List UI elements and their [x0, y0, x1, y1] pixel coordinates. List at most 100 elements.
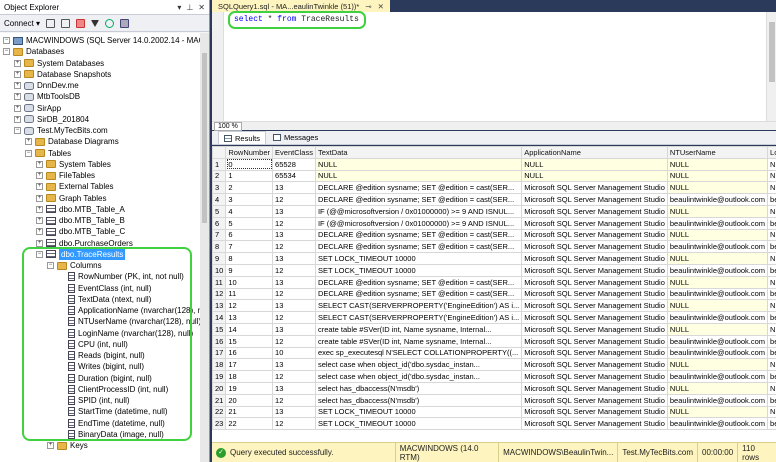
row-number-cell[interactable]: 21	[212, 393, 227, 407]
table-cell[interactable]: select has_dbaccess(N'msdb')	[314, 393, 523, 407]
tree-node[interactable]: − Test.MyTecBits.com	[14, 125, 108, 136]
table-cell[interactable]: be	[767, 393, 776, 407]
column-header[interactable]: EventClass	[272, 146, 316, 159]
table-row[interactable]: 2165534NULLNULLNULLNU	[212, 169, 776, 183]
table-cell[interactable]: Microsoft SQL Server Management Studio	[521, 346, 668, 360]
table-cell[interactable]: Microsoft SQL Server Management Studio	[521, 263, 668, 277]
editor-hscrollbar[interactable]: 100 %	[212, 121, 776, 131]
expander-icon[interactable]: +	[36, 194, 43, 202]
table-row[interactable]: 7 6 13 DECLARE @edition sysname; SET @editi…	[212, 228, 776, 242]
table-cell[interactable]: be	[767, 240, 776, 254]
table-cell[interactable]: beaulintwinkle@outlook.com	[666, 193, 769, 206]
table-cell[interactable]: 12	[272, 216, 316, 230]
tree-node[interactable]: ClientProcessID (int, null)	[58, 384, 168, 395]
table-cell[interactable]: be	[767, 193, 776, 206]
row-number-cell[interactable]: 19	[212, 370, 227, 383]
expander-icon[interactable]: +	[14, 70, 21, 78]
table-cell[interactable]: create table #SVer(ID int, Name sysname,…	[314, 322, 523, 336]
table-cell[interactable]: be	[767, 417, 776, 431]
column-header[interactable]: TextData	[314, 146, 523, 159]
table-cell[interactable]: DECLARE @edition sysname; SET @edition =…	[314, 287, 523, 301]
expander-icon[interactable]: +	[36, 172, 43, 180]
table-cell[interactable]: create table #SVer(ID int, Name sysname,…	[314, 334, 523, 348]
table-cell[interactable]: 65528	[272, 157, 316, 171]
row-number-cell[interactable]: 9	[212, 252, 227, 265]
table-row[interactable]: 18 17 13 select case when object_id('dbo.s…	[212, 358, 776, 372]
expander-icon[interactable]: +	[36, 217, 43, 225]
table-cell[interactable]: Microsoft SQL Server Management Studio	[521, 358, 668, 372]
table-cell[interactable]: DECLARE @edition sysname; SET @edition =…	[314, 240, 523, 254]
table-cell[interactable]: NU	[767, 405, 776, 419]
tree-node[interactable]: NTUserName (nvarchar(128), null)	[58, 316, 200, 327]
table-cell[interactable]: beaulintwinkle@outlook.com	[666, 240, 769, 254]
tab-messages[interactable]: Messages	[268, 131, 323, 144]
table-cell[interactable]: SELECT CAST(SERVERPROPERTY('EngineEditio…	[314, 311, 523, 324]
table-row[interactable]: 23 22 12 SET LOCK_TIMEOUT 10000 Microsoft SQ…	[212, 417, 776, 431]
tree-node[interactable]: + dbo.MTB_Table_A	[36, 204, 125, 215]
table-cell[interactable]: NU	[767, 169, 776, 183]
table-cell[interactable]: select has_dbaccess(N'msdb')	[314, 381, 523, 395]
connect-button[interactable]: Connect ▾	[4, 19, 40, 28]
table-cell[interactable]: NULL	[666, 252, 769, 265]
table-cell[interactable]: NULL	[666, 405, 769, 419]
expander-icon[interactable]: −	[3, 48, 10, 56]
tree-node[interactable]: + dbo.MTB_Table_B	[36, 215, 125, 226]
scrollbar-thumb[interactable]	[202, 53, 207, 223]
row-number-cell[interactable]: 22	[212, 405, 227, 419]
refresh-icon[interactable]	[105, 18, 115, 28]
table-row[interactable]: 22 21 13 SET LOCK_TIMEOUT 10000 Microsoft SQ…	[212, 405, 776, 419]
table-cell[interactable]: Microsoft SQL Server Management Studio	[521, 299, 668, 313]
table-cell[interactable]: 14	[225, 322, 274, 336]
table-row[interactable]: 11 10 13 DECLARE @edition sysname; SET @edi…	[212, 275, 776, 289]
table-cell[interactable]: NU	[767, 299, 776, 313]
table-row[interactable]: 6 5 12 IF (@@microsoftversion / 0x01000000)…	[212, 216, 776, 230]
table-cell[interactable]: NULL	[666, 275, 769, 289]
tree-node[interactable]: + MtbToolsDB	[14, 91, 80, 102]
table-cell[interactable]: 7	[225, 240, 274, 254]
table-cell[interactable]: SET LOCK_TIMEOUT 10000	[314, 263, 523, 277]
close-icon[interactable]: ✕	[198, 3, 205, 12]
table-cell[interactable]: 4	[225, 204, 274, 218]
table-cell[interactable]: 12	[272, 417, 316, 431]
row-number-cell[interactable]: 14	[212, 311, 227, 324]
table-cell[interactable]: NULL	[666, 228, 769, 242]
tree-node[interactable]: StartTime (datetime, null)	[58, 406, 168, 417]
table-cell[interactable]: 17	[225, 358, 274, 372]
connect-icon[interactable]	[46, 18, 56, 28]
table-cell[interactable]: Microsoft SQL Server Management Studio	[521, 252, 668, 265]
table-cell[interactable]: 13	[272, 358, 316, 372]
expander-icon[interactable]: +	[25, 138, 32, 146]
table-cell[interactable]: 0	[225, 157, 274, 171]
table-row[interactable]: 1065528NULLNULLNULLNU	[212, 157, 776, 171]
table-cell[interactable]: SET LOCK_TIMEOUT 10000	[314, 252, 523, 265]
table-cell[interactable]: 3	[225, 193, 274, 206]
table-cell[interactable]: 13	[225, 311, 274, 324]
table-cell[interactable]: beaulintwinkle@outlook.com	[666, 334, 769, 348]
table-cell[interactable]: beaulintwinkle@outlook.com	[666, 311, 769, 324]
table-cell[interactable]: DECLARE @edition sysname; SET @edition =…	[314, 181, 523, 195]
table-cell[interactable]: NU	[767, 181, 776, 195]
activity-monitor-icon[interactable]	[120, 18, 130, 28]
scrollbar-thumb[interactable]	[769, 22, 775, 82]
table-cell[interactable]: 12	[272, 370, 316, 383]
table-cell[interactable]: 13	[272, 299, 316, 313]
table-cell[interactable]: 12	[272, 393, 316, 407]
table-row[interactable]: 5 4 13 IF (@@microsoftversion / 0x01000000)…	[212, 204, 776, 218]
table-cell[interactable]: Microsoft SQL Server Management Studio	[521, 417, 668, 431]
table-cell[interactable]: be	[767, 311, 776, 324]
dropdown-icon[interactable]: ▾	[177, 3, 181, 12]
table-cell[interactable]: NULL	[666, 157, 769, 171]
table-cell[interactable]: SET LOCK_TIMEOUT 10000	[314, 417, 523, 431]
row-number-cell[interactable]: 13	[212, 299, 227, 313]
tree-node[interactable]: ApplicationName (nvarchar(128), null)	[58, 305, 200, 316]
row-number-cell[interactable]: 2	[212, 169, 227, 183]
table-cell[interactable]: 8	[225, 252, 274, 265]
tree-node[interactable]: + dbo.PurchaseOrders	[36, 238, 133, 249]
table-row[interactable]: 19 18 12 select case when object_id('dbo.s…	[212, 370, 776, 383]
table-cell[interactable]: NULL	[666, 181, 769, 195]
expander-icon[interactable]: +	[14, 59, 21, 67]
table-row[interactable]: 3 2 13 DECLARE @edition sysname; SET @editi…	[212, 181, 776, 195]
disconnect-icon[interactable]	[61, 18, 71, 28]
column-header[interactable]: Lo	[767, 146, 776, 159]
table-cell[interactable]: be	[767, 334, 776, 348]
